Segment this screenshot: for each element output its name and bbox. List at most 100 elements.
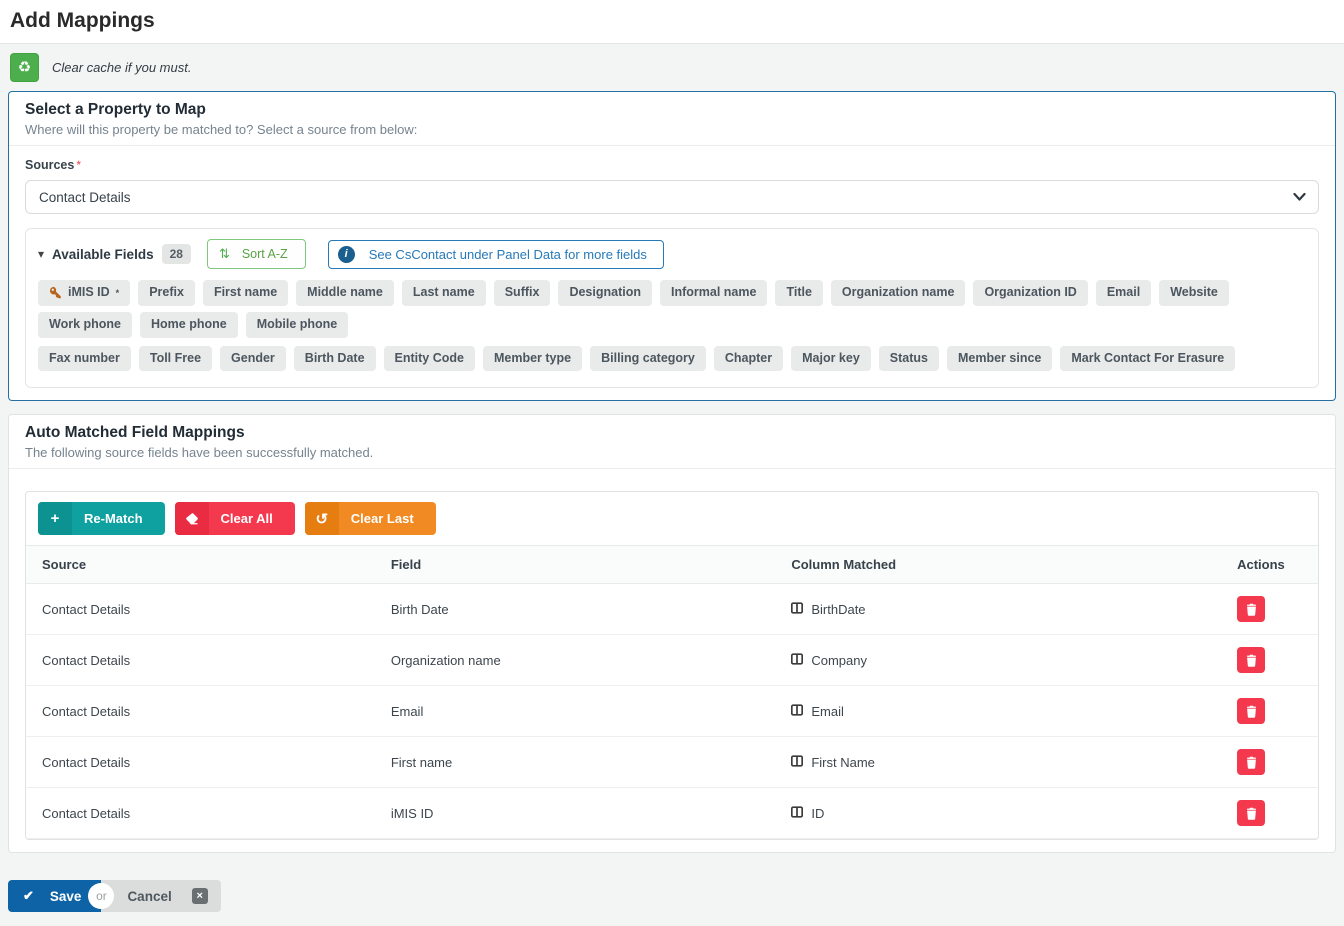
sort-az-label: Sort A-Z bbox=[242, 247, 288, 261]
panel-subtitle: Where will this property be matched to? … bbox=[25, 122, 1319, 137]
clear-last-button[interactable]: ↺ Clear Last bbox=[305, 502, 436, 535]
cell-actions bbox=[1221, 584, 1318, 635]
rematch-button[interactable]: + Re-Match bbox=[38, 502, 165, 535]
available-fields-label: Available Fields bbox=[52, 247, 154, 262]
page-header: Add Mappings bbox=[0, 0, 1344, 44]
field-tag-imis-id[interactable]: iMIS ID* bbox=[38, 280, 130, 306]
delete-mapping-button[interactable] bbox=[1237, 800, 1265, 826]
header-source: Source bbox=[26, 546, 375, 584]
mappings-table: Source Field Column Matched Actions Cont… bbox=[26, 545, 1318, 839]
header-actions: Actions bbox=[1221, 546, 1318, 584]
table-row: Contact Details First name First Name bbox=[26, 737, 1318, 788]
eraser-icon bbox=[175, 502, 209, 535]
cscontact-info-button[interactable]: i See CsContact under Panel Data for mor… bbox=[328, 240, 664, 269]
field-tag[interactable]: Middle name bbox=[296, 280, 394, 306]
mappings-toolbar: + Re-Match Clear All ↺ Clear Last bbox=[26, 492, 1318, 545]
field-tag[interactable]: Work phone bbox=[38, 312, 132, 338]
clear-cache-button[interactable]: ♻ bbox=[10, 53, 39, 82]
cancel-button[interactable]: Cancel × bbox=[101, 880, 220, 912]
field-tag[interactable]: Last name bbox=[402, 280, 486, 306]
columns-icon bbox=[791, 704, 803, 719]
cell-source: Contact Details bbox=[26, 737, 375, 788]
field-tag[interactable]: Chapter bbox=[714, 346, 783, 372]
field-tag[interactable]: Billing category bbox=[590, 346, 706, 372]
delete-mapping-button[interactable] bbox=[1237, 698, 1265, 724]
sort-az-button[interactable]: ⇅ Sort A-Z bbox=[207, 239, 306, 269]
field-tag[interactable]: Prefix bbox=[138, 280, 195, 306]
sources-select-wrap: Contact Details bbox=[25, 180, 1319, 214]
field-tag[interactable]: Member since bbox=[947, 346, 1052, 372]
cell-column-matched: First Name bbox=[775, 737, 1221, 788]
field-tags-row-1: iMIS ID* Prefix First name Middle name L… bbox=[38, 280, 1306, 338]
delete-mapping-button[interactable] bbox=[1237, 647, 1265, 673]
header-column-matched: Column Matched bbox=[775, 546, 1221, 584]
cell-actions bbox=[1221, 788, 1318, 839]
panel-subtitle: The following source fields have been su… bbox=[25, 445, 1319, 460]
field-tag[interactable]: Toll Free bbox=[139, 346, 212, 372]
field-tag-label: iMIS ID bbox=[68, 286, 110, 300]
field-tag[interactable]: Gender bbox=[220, 346, 286, 372]
undo-icon: ↺ bbox=[305, 502, 339, 535]
field-tag[interactable]: Email bbox=[1096, 280, 1151, 306]
field-tag[interactable]: First name bbox=[203, 280, 288, 306]
check-icon: ✔ bbox=[23, 888, 34, 904]
field-tag[interactable]: Birth Date bbox=[294, 346, 376, 372]
rematch-label: Re-Match bbox=[72, 502, 165, 535]
delete-mapping-button[interactable] bbox=[1237, 749, 1265, 775]
table-row: Contact Details Birth Date BirthDate bbox=[26, 584, 1318, 635]
table-row: Contact Details iMIS ID ID bbox=[26, 788, 1318, 839]
mappings-table-box: + Re-Match Clear All ↺ Clear Last bbox=[25, 491, 1319, 840]
field-tag[interactable]: Fax number bbox=[38, 346, 131, 372]
clear-cache-alert: ♻ Clear cache if you must. bbox=[0, 44, 1344, 91]
auto-matched-header: Auto Matched Field Mappings The followin… bbox=[9, 415, 1335, 469]
cell-column-matched: Company bbox=[775, 635, 1221, 686]
select-property-header: Select a Property to Map Where will this… bbox=[9, 92, 1335, 146]
field-tag[interactable]: Status bbox=[879, 346, 939, 372]
cell-source: Contact Details bbox=[26, 635, 375, 686]
columns-icon bbox=[791, 806, 803, 821]
field-tag[interactable]: Organization ID bbox=[973, 280, 1087, 306]
sort-icon: ⇅ bbox=[219, 246, 230, 262]
field-tag[interactable]: Organization name bbox=[831, 280, 966, 306]
column-matched-value: Company bbox=[811, 653, 867, 668]
cell-field: iMIS ID bbox=[375, 788, 776, 839]
panel-title: Auto Matched Field Mappings bbox=[25, 424, 1319, 442]
cell-source: Contact Details bbox=[26, 788, 375, 839]
save-button[interactable]: ✔ Save bbox=[8, 880, 101, 912]
field-tag[interactable]: Member type bbox=[483, 346, 582, 372]
table-row: Contact Details Email Email bbox=[26, 686, 1318, 737]
column-matched-value: First Name bbox=[811, 755, 875, 770]
clear-all-button[interactable]: Clear All bbox=[175, 502, 295, 535]
columns-icon bbox=[791, 602, 803, 617]
auto-matched-body: + Re-Match Clear All ↺ Clear Last bbox=[9, 469, 1335, 852]
alert-text: Clear cache if you must. bbox=[52, 60, 191, 75]
field-tag[interactable]: Informal name bbox=[660, 280, 767, 306]
field-tag[interactable]: Suffix bbox=[494, 280, 551, 306]
available-fields-toggle[interactable]: ▾ Available Fields 28 bbox=[38, 244, 191, 264]
field-tag[interactable]: Mobile phone bbox=[246, 312, 349, 338]
close-icon[interactable]: × bbox=[192, 888, 208, 904]
sources-select[interactable]: Contact Details bbox=[25, 180, 1319, 214]
field-tag[interactable]: Title bbox=[775, 280, 822, 306]
sources-label: Sources bbox=[25, 158, 74, 172]
field-tag[interactable]: Entity Code bbox=[384, 346, 475, 372]
cell-field: First name bbox=[375, 737, 776, 788]
recycle-icon: ♻ bbox=[18, 60, 31, 75]
info-icon: i bbox=[338, 246, 355, 263]
field-tag[interactable]: Website bbox=[1159, 280, 1229, 306]
page-title: Add Mappings bbox=[10, 9, 1334, 33]
column-matched-value: BirthDate bbox=[811, 602, 865, 617]
field-tag[interactable]: Mark Contact For Erasure bbox=[1060, 346, 1235, 372]
field-tag[interactable]: Home phone bbox=[140, 312, 238, 338]
delete-mapping-button[interactable] bbox=[1237, 596, 1265, 622]
cell-actions bbox=[1221, 686, 1318, 737]
save-label: Save bbox=[50, 889, 82, 904]
select-property-body: Sources* Contact Details ▾ Available Fie… bbox=[9, 146, 1335, 400]
cancel-label: Cancel bbox=[127, 889, 171, 904]
cell-source: Contact Details bbox=[26, 584, 375, 635]
cell-actions bbox=[1221, 737, 1318, 788]
field-tag[interactable]: Major key bbox=[791, 346, 871, 372]
field-tag[interactable]: Designation bbox=[558, 280, 652, 306]
cell-column-matched: BirthDate bbox=[775, 584, 1221, 635]
cell-column-matched: Email bbox=[775, 686, 1221, 737]
